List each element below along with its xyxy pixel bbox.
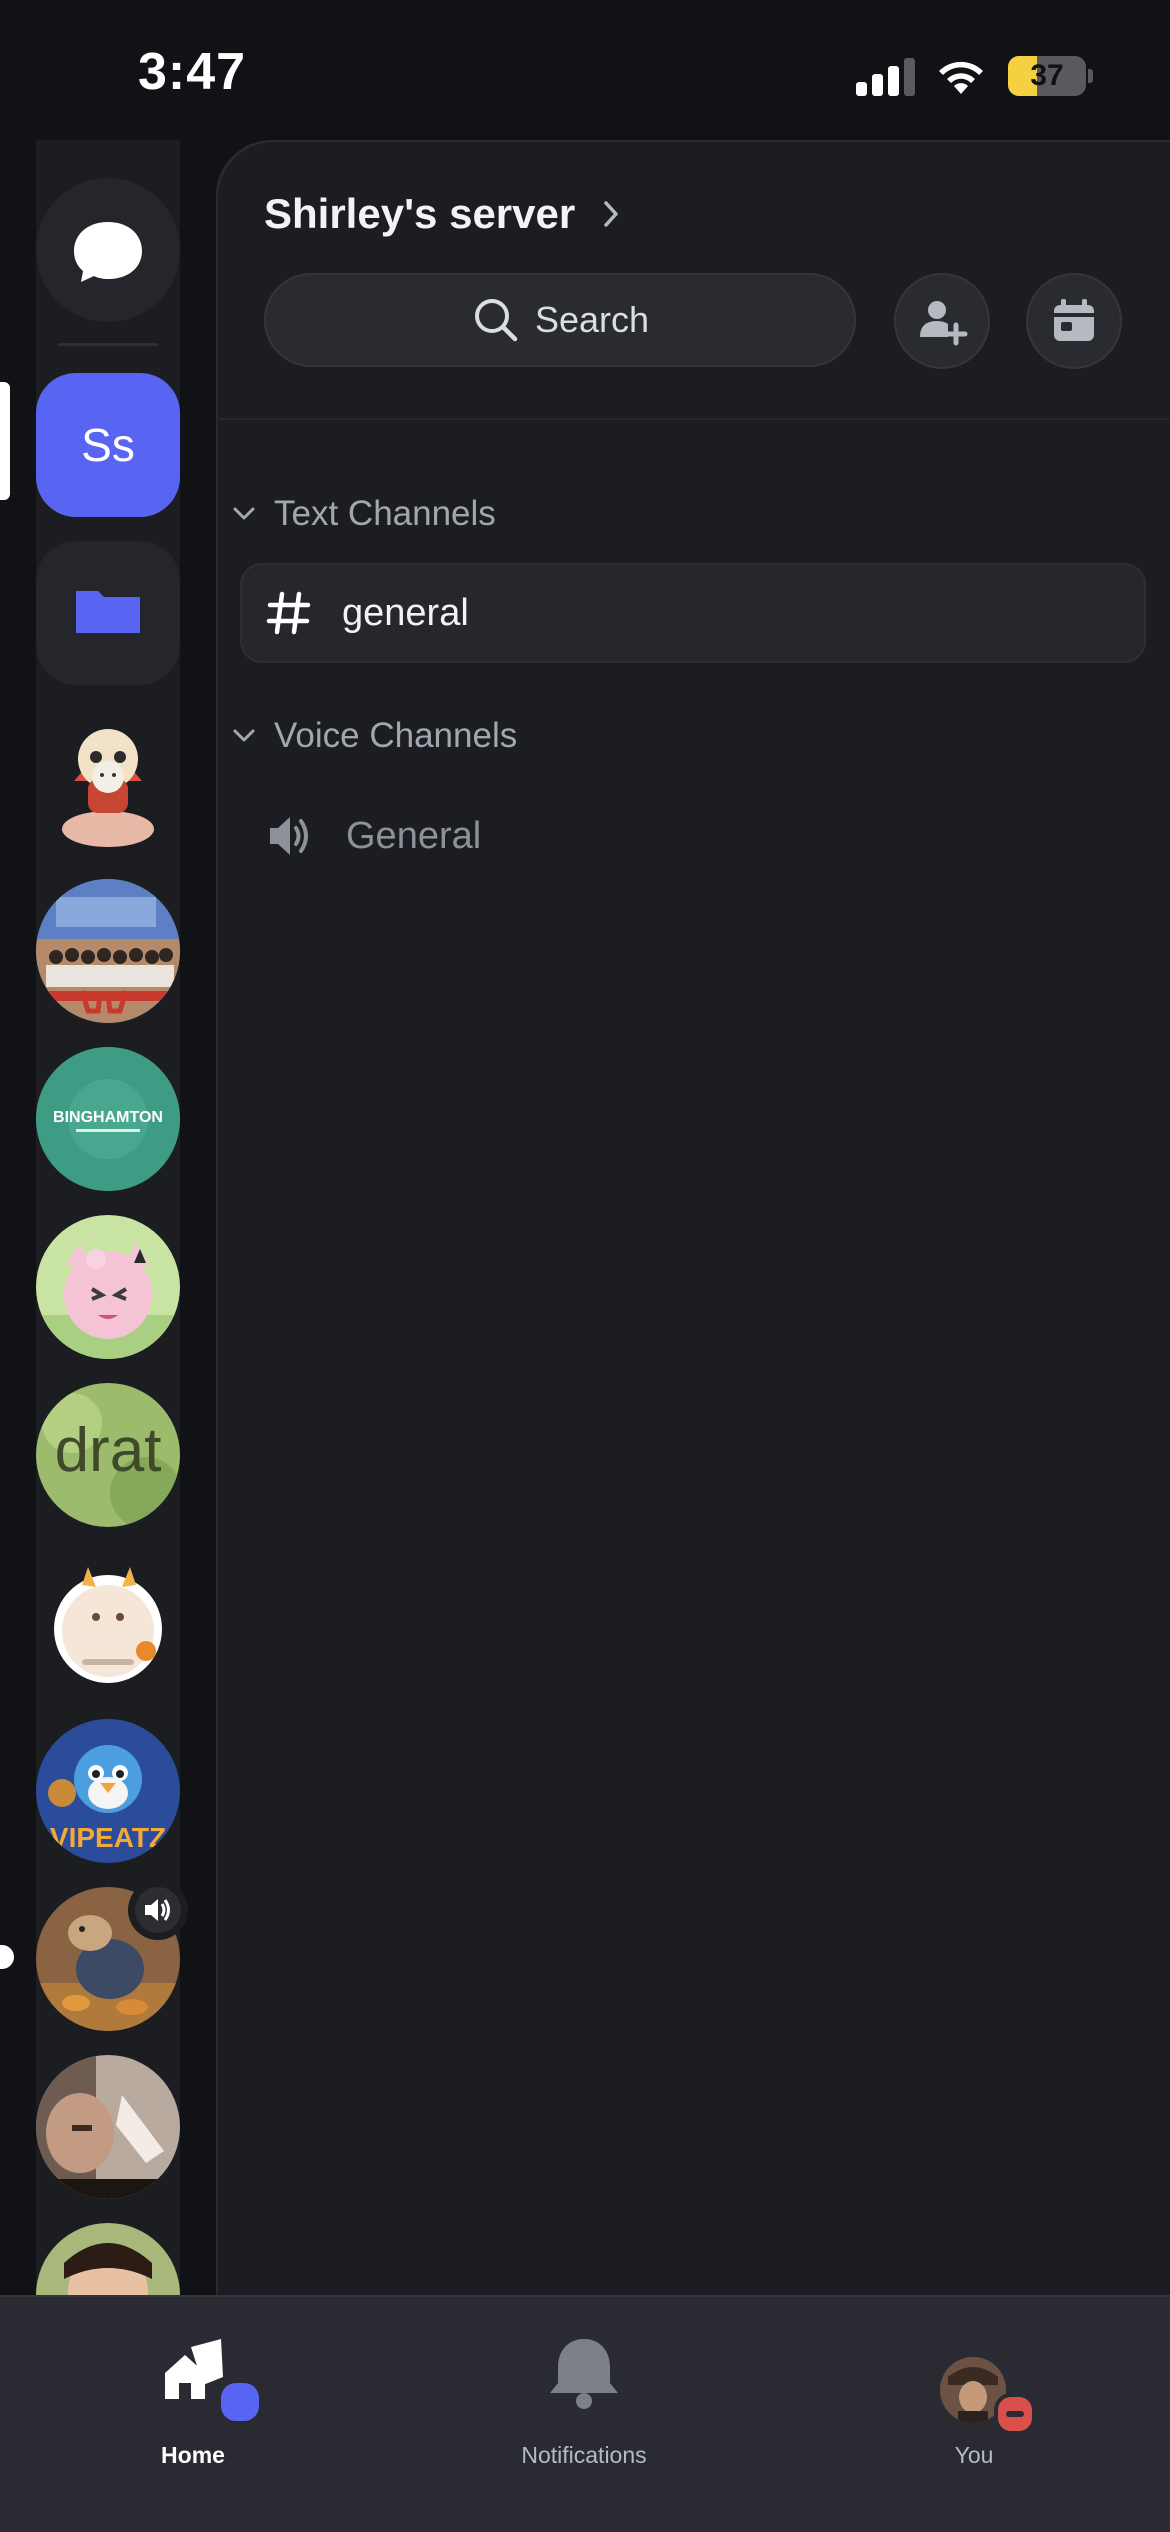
server-image: VIPEATZ [36,1719,180,1863]
channel-panel [216,140,1170,2295]
server-shirleys-server[interactable]: Ss [36,373,180,517]
search-label: Search [534,299,650,340]
server-icon-group-photo[interactable] [36,879,180,1023]
folder-icon [76,591,140,633]
svg-text:VIPEATZ: VIPEATZ [50,1822,166,1853]
server-image [36,879,180,1023]
channel-general-voice[interactable]: General [240,786,1146,886]
text-channels-category[interactable]: Text Channels [232,494,496,534]
server-image [36,1215,180,1359]
server-icon-dragon-sticker[interactable] [36,1551,180,1695]
events-button[interactable] [1026,273,1122,369]
search-button[interactable]: Search [264,273,856,367]
bottom-tab-bar: Home Notifications You [0,2295,1170,2532]
rail-divider [58,343,158,346]
tab-home[interactable]: Home [73,2327,313,2477]
status-time: 3:47 [138,43,247,101]
svg-text:BINGHAMTON: BINGHAMTON [53,1109,163,1126]
battery-icon: 37 [1008,56,1086,96]
tab-notifications[interactable]: Notifications [464,2327,704,2477]
channel-name: general [342,591,469,634]
tab-label: Home [161,2442,225,2468]
server-icon-jigglypuff[interactable] [36,1215,180,1359]
home-icon [165,2339,223,2399]
server-header[interactable]: Shirley's server [264,190,621,238]
home-status-dot [217,2379,263,2425]
server-title: Shirley's server [264,190,576,237]
status-bar: 3:47 37 [0,0,1170,140]
tab-label: Notifications [521,2442,647,2468]
do-not-disturb-badge [994,2393,1036,2435]
battery-level: 37 [1030,59,1064,92]
chat-bubble-icon [74,222,142,282]
voice-channels-category[interactable]: Voice Channels [232,716,517,756]
svg-text:drat: drat [55,1416,162,1485]
tab-label: You [954,2442,994,2468]
server-image [36,711,180,855]
hashtag-icon [266,591,311,635]
active-server-indicator [0,382,10,500]
voice-active-badge [128,1880,188,1940]
unread-indicator [0,1945,14,1969]
chevron-down-icon [233,729,255,742]
server-rail: Ss BINGHAMTON drat VIPEATZ [0,140,216,2295]
server-icon-binghamton[interactable]: BINGHAMTON [36,1047,180,1191]
server-image [36,1551,180,1695]
wifi-icon [939,61,983,94]
search-icon [474,299,518,342]
calendar-icon [1054,299,1094,341]
channel-general-text[interactable]: general [240,563,1146,663]
bell-icon [550,2339,618,2409]
cellular-signal-icon [856,56,916,96]
header-divider [216,418,1170,420]
direct-messages-button[interactable] [36,178,180,322]
server-folder-button[interactable] [36,541,180,685]
server-icon-vipeatz[interactable]: VIPEATZ [36,1719,180,1863]
battery-nub [1088,69,1093,83]
channel-name: General [346,814,482,857]
tab-you[interactable]: You [854,2327,1094,2477]
server-image [36,2055,180,2199]
server-icon-person-photo[interactable] [36,2055,180,2199]
category-label: Text Channels [274,494,496,533]
speaker-icon [145,1899,170,1921]
chevron-right-icon [604,201,618,227]
speaker-icon [270,817,308,855]
add-user-icon [920,301,968,346]
chevron-down-icon [233,507,255,520]
server-icon-drat[interactable]: drat [36,1383,180,1527]
server-icon-sticker-frog[interactable] [36,711,180,855]
invite-members-button[interactable] [894,273,990,369]
category-label: Voice Channels [274,716,518,755]
server-image: drat [36,1383,180,1527]
binghamton-logo: BINGHAMTON [36,1047,180,1191]
